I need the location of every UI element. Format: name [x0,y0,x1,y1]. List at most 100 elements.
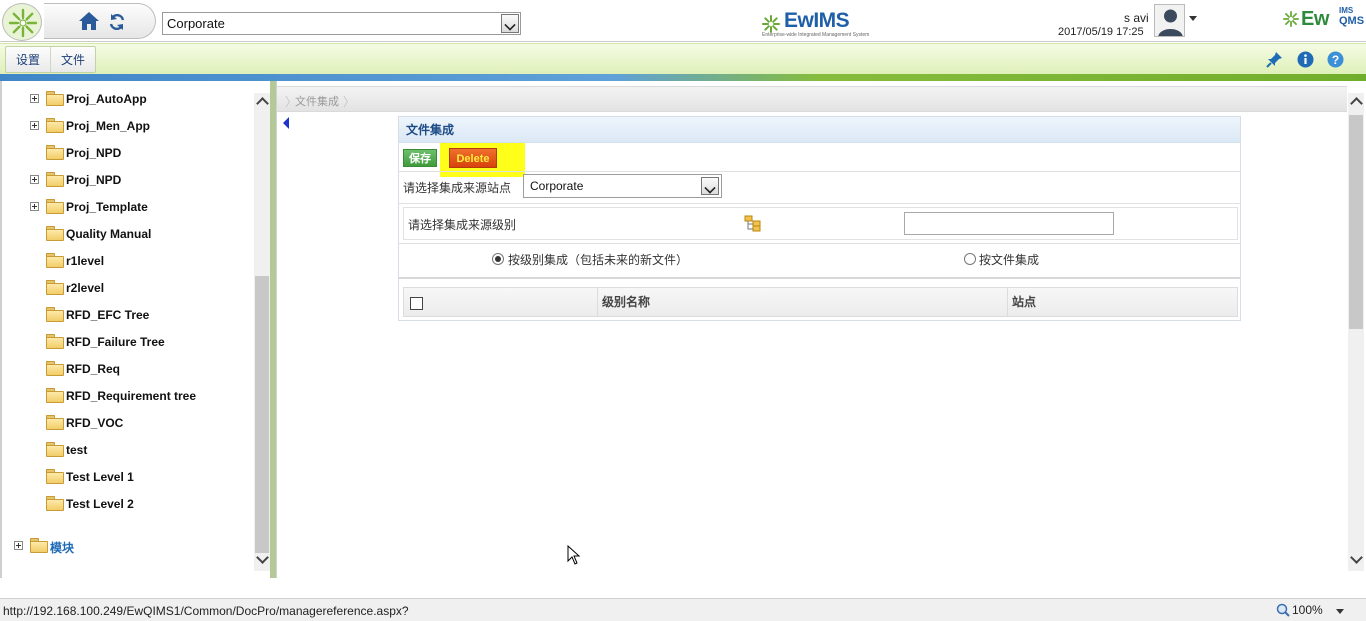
site-select[interactable]: Corporate [162,12,521,35]
folder-icon [46,118,64,133]
tree-item-label: RFD_Req [66,362,121,376]
flower-icon [762,15,780,33]
source-level-input[interactable] [904,212,1114,235]
tree-item[interactable]: RFD_Requirement tree [2,387,254,409]
app-header: Corporate EwIMS Enterprise-wide Integrat… [0,0,1366,42]
tree-item[interactable]: r2level [2,279,254,301]
home-icon[interactable] [78,11,100,34]
tree-item-label: RFD_Requirement tree [66,389,197,403]
tree-select-icon[interactable] [744,215,762,232]
save-button[interactable]: 保存 [403,149,437,167]
select-all-checkbox[interactable] [410,297,423,310]
expand-icon[interactable] [30,202,39,211]
tree-item-label: r1level [66,254,105,268]
refresh-icon[interactable] [108,13,126,34]
main-scrollbar[interactable] [1348,93,1364,571]
tree-item-label: Quality Manual [66,227,152,241]
expand-icon[interactable] [30,175,39,184]
menu-group: 设置 文件 [5,46,97,73]
zoom-caret-icon[interactable] [1336,609,1344,614]
info-icon[interactable] [1297,51,1314,68]
zoom-icon[interactable] [1276,603,1290,617]
tree-item[interactable]: RFD_EFC Tree [2,306,254,328]
pin-icon[interactable] [1266,51,1283,68]
folder-icon [46,172,64,187]
divider [399,243,1240,244]
svg-text:?: ? [1332,53,1339,67]
scroll-thumb[interactable] [255,276,269,553]
scroll-up-icon[interactable] [1348,93,1364,110]
tree-item-label: Test Level 2 [66,497,134,511]
delete-button[interactable]: Delete [449,148,497,168]
scroll-down-icon[interactable] [254,551,270,568]
current-datetime: 2017/05/19 17:25 [1058,26,1144,38]
app-logo-icon[interactable] [2,3,42,41]
user-name: s avi [1124,11,1149,25]
status-url: http://192.168.100.249/EwQIMS1/Common/Do… [3,604,409,618]
tree-item[interactable]: Proj_Template [2,198,254,220]
folder-icon [30,538,48,553]
breadcrumb-separator-icon: 〉 [343,95,356,109]
chevron-down-icon[interactable] [701,177,719,195]
tree-item[interactable]: Test Level 1 [2,468,254,490]
tree-item[interactable]: Proj_NPD [2,144,254,166]
tree-item[interactable]: Proj_AutoApp [2,90,254,112]
breadcrumb-item[interactable]: 文件集成 [295,93,339,109]
folder-icon [46,361,64,376]
status-bar: http://192.168.100.249/EwQIMS1/Common/Do… [0,598,1366,621]
source-site-value: Corporate [530,179,584,193]
expand-icon[interactable] [30,94,39,103]
brand-right-sub: QMS [1339,15,1365,27]
folder-icon [46,496,64,511]
tree-item[interactable]: test [2,441,254,463]
chevron-down-icon[interactable] [501,14,519,33]
folder-icon [46,334,64,349]
grid-header: 级别名称 站点 [403,287,1238,317]
tree-item-label: 模块 [50,541,75,555]
tree-item-label: RFD_Failure Tree [66,335,165,349]
folder-icon [46,199,64,214]
divider [399,203,1240,204]
tree-item[interactable]: RFD_Failure Tree [2,333,254,355]
tree-item[interactable]: RFD_Req [2,360,254,382]
header-stripe [0,74,1366,81]
source-site-select[interactable]: Corporate [523,174,722,198]
tree-item-module[interactable]: 模块 [2,537,254,559]
radio-by-level[interactable] [492,253,504,265]
tree-scrollbar[interactable] [254,93,270,571]
grid-header-level-name[interactable]: 级别名称 [597,288,1007,316]
folder-icon [46,253,64,268]
help-icon[interactable]: ? [1327,51,1344,68]
tree-item-label: RFD_VOC [66,416,124,430]
user-menu-caret-icon[interactable] [1189,16,1197,21]
radio-by-level-label[interactable]: 按级别集成（包括未来的新文件） [508,251,688,268]
folder-tree: Proj_AutoApp Proj_Men_App Proj_NPD Proj_… [0,81,254,578]
user-avatar-icon[interactable] [1154,4,1185,37]
nav-pill [44,3,156,39]
expand-icon[interactable] [30,121,39,130]
tree-item[interactable]: Quality Manual [2,225,254,247]
expand-icon[interactable] [14,541,23,550]
radio-by-file-label[interactable]: 按文件集成 [979,251,1039,268]
tree-item-label: r2level [66,281,105,295]
collapse-left-icon[interactable] [283,117,289,129]
menu-item-settings[interactable]: 设置 [6,47,50,72]
tree-item[interactable]: RFD_VOC [2,414,254,436]
zoom-level[interactable]: 100% [1292,603,1323,617]
radio-by-file[interactable] [964,253,976,265]
site-select-value: Corporate [167,16,225,31]
tree-item[interactable]: Proj_NPD [2,171,254,193]
scroll-up-icon[interactable] [254,93,270,110]
scroll-down-icon[interactable] [1348,551,1364,568]
tree-item[interactable]: r1level [2,252,254,274]
file-integration-panel: 文件集成 保存 Delete 请选择集成来源站点 Corporate 请选择集成… [398,116,1241,321]
menu-item-files[interactable]: 文件 [50,47,95,72]
grid-header-site[interactable]: 站点 [1007,288,1237,316]
tree-item-label: test [66,443,88,457]
flower-icon [1283,11,1299,27]
tree-item[interactable]: Test Level 2 [2,495,254,517]
main-pane: 〉 文件集成 〉 文件集成 保存 Delete 请选择集成来源站点 Corpor… [276,81,1366,578]
scroll-thumb[interactable] [1349,115,1363,329]
tree-item[interactable]: Proj_Men_App [2,117,254,139]
folder-icon [46,307,64,322]
